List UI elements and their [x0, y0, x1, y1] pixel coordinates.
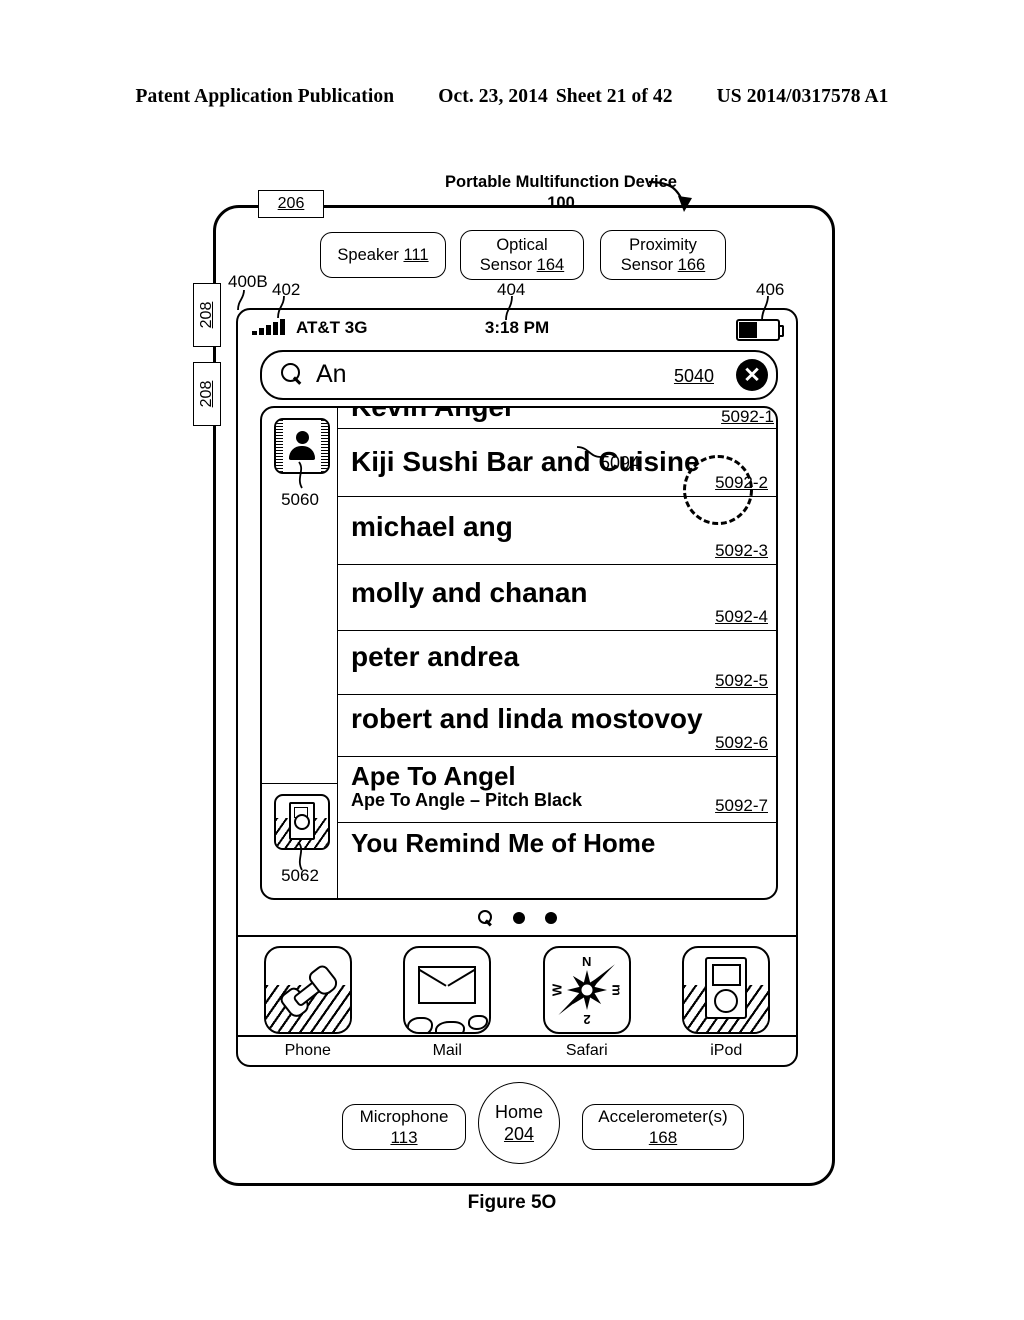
list-item-title: robert and linda mostovoy [351, 703, 703, 734]
publication-type: Patent Application Publication [135, 86, 395, 107]
phone-handset-icon [263, 946, 352, 1034]
page-dot[interactable] [512, 912, 525, 924]
list-item[interactable]: You Remind Me of Home [338, 823, 776, 883]
callout-5060: 5060 [281, 490, 319, 509]
list-item-title: Kevin Angel [351, 406, 512, 422]
home-button-label: Home [494, 1101, 543, 1122]
callout-400b: 400B [228, 272, 268, 291]
dock-item-safari[interactable]: N m 2 W [517, 943, 657, 1037]
dock-label-phone: Phone [284, 1042, 331, 1059]
callout-5062: 5062 [281, 866, 319, 885]
contacts-group-icon [274, 418, 330, 474]
callout-208-label-upper: 208 [198, 301, 215, 329]
compass-east-label: m [609, 984, 625, 996]
dock-item-mail[interactable] [378, 943, 518, 1037]
microphone-box: Microphone 113 [342, 1104, 466, 1150]
compass-north-label: N [582, 954, 592, 969]
accelerometers-ref: 168 [648, 1128, 678, 1147]
callout-206-box: 206 [258, 190, 324, 218]
status-bar: AT&T 3G 3:18 PM [238, 310, 796, 344]
dock-item-ipod[interactable] [657, 943, 797, 1037]
dock-item-phone[interactable] [238, 943, 378, 1037]
page-indicator [238, 905, 796, 931]
results-rows: Kevin Angel 5092-1 Kiji Sushi Bar and Cu… [338, 408, 776, 898]
callout-406: 406 [756, 280, 785, 299]
proximity-sensor-line1: Proximity [629, 235, 697, 254]
compass-icon: N m 2 W [542, 946, 631, 1034]
envelope-icon [403, 946, 492, 1034]
callout-404: 404 [497, 280, 526, 299]
callout-208-box-lower: 208 [193, 362, 221, 426]
clock-label: 3:18 PM [484, 318, 550, 337]
microphone-label: Microphone [359, 1106, 449, 1126]
list-item-ref: 5092-7 [715, 796, 768, 815]
battery-icon [736, 319, 784, 341]
home-button[interactable]: Home 204 [478, 1082, 560, 1164]
patent-sheet: Patent Application Publication Oct. 23, … [0, 0, 1024, 1320]
list-item-ref: 5092-6 [715, 733, 768, 752]
list-item-ref: 5092-1 [721, 407, 774, 426]
accelerometers-label: Accelerometer(s) [598, 1106, 728, 1126]
dock-label-safari: Safari [565, 1042, 608, 1059]
search-icon [281, 363, 303, 385]
patent-number: US 2014/0317578 A1 [716, 86, 889, 107]
list-item[interactable]: Kevin Angel 5092-1 [338, 408, 776, 429]
callout-5040: 5040 [673, 366, 714, 386]
list-item[interactable]: peter andrea 5092-5 [338, 631, 776, 695]
search-page-icon[interactable] [477, 910, 493, 927]
proximity-sensor-line2: Sensor 166 [620, 256, 706, 274]
publication-header: Patent Application Publication Oct. 23, … [0, 86, 1024, 108]
accelerometers-box: Accelerometer(s) 168 [582, 1104, 744, 1150]
compass-west-label: W [549, 983, 565, 997]
list-item[interactable]: Kiji Sushi Bar and Cuisine 5092-2 5094 [338, 429, 776, 525]
list-item[interactable]: molly and chanan 5092-4 [338, 565, 776, 631]
optical-sensor-line1: Optical [496, 235, 548, 254]
results-group-gutter: 5060 5062 [262, 408, 338, 898]
figure-caption: Figure 5O [467, 1192, 557, 1213]
list-item-title: peter andrea [351, 641, 520, 672]
dock-label-ipod: iPod [710, 1042, 743, 1059]
search-input[interactable]: An 5040 ✕ [260, 350, 778, 400]
proximity-sensor-box: Proximity Sensor 166 [600, 230, 726, 280]
callout-402: 402 [272, 280, 301, 299]
list-item-title: Kiji Sushi Bar and Cuisine [351, 446, 700, 477]
list-item-ref: 5092-3 [715, 541, 768, 560]
optical-sensor-box: Optical Sensor 164 [460, 230, 584, 280]
compass-south-label: 2 [583, 1012, 591, 1027]
dock-label-mail: Mail [432, 1042, 462, 1059]
list-item-title: Ape To Angel [351, 761, 516, 791]
microphone-ref: 113 [390, 1128, 418, 1147]
publication-date: Oct. 23, 2014 [438, 86, 548, 107]
dock-labels: Phone Mail Safari iPod [238, 1035, 796, 1065]
ipod-group-icon [274, 794, 330, 850]
search-input-value: An [316, 360, 347, 388]
page-dot[interactable] [544, 912, 557, 924]
callout-208-box-upper: 208 [193, 283, 221, 347]
list-item[interactable]: michael ang 5092-3 [338, 497, 776, 565]
list-item-title: You Remind Me of Home [351, 828, 656, 858]
list-item[interactable]: Ape To Angel Ape To Angle – Pitch Black … [338, 757, 776, 823]
sheet-number: Sheet 21 of 42 [555, 86, 673, 107]
list-item[interactable]: robert and linda mostovoy 5092-6 [338, 695, 776, 757]
list-item-subtitle: Ape To Angle – Pitch Black [351, 790, 583, 810]
list-item-ref: 5092-4 [715, 607, 768, 626]
speaker-box: Speaker 111 [320, 232, 446, 278]
search-results-list[interactable]: 5060 5062 Kevin Angel 5092-1 Kiji Sushi … [260, 406, 778, 900]
speaker-label: Speaker 111 [337, 245, 429, 264]
group-divider [262, 783, 338, 784]
optical-sensor-line2: Sensor 164 [479, 256, 565, 274]
clear-search-button[interactable]: ✕ [736, 359, 768, 391]
dock: N m 2 W Phone Mail Safari iPod [238, 935, 796, 1065]
ipod-icon [682, 946, 771, 1034]
device-title-line1: Portable Multifunction Device [445, 173, 677, 191]
callout-206-label: 206 [277, 195, 305, 212]
callout-208-label-lower: 208 [198, 380, 215, 408]
list-item-title: molly and chanan [351, 577, 588, 608]
list-item-title: michael ang [351, 511, 513, 542]
home-button-ref: 204 [503, 1124, 535, 1144]
list-item-ref: 5092-5 [715, 671, 768, 690]
callout-5094: 5094 [600, 453, 641, 473]
touchscreen[interactable]: AT&T 3G 3:18 PM An 5040 ✕ 5060 5062 Kevi… [236, 308, 798, 1067]
